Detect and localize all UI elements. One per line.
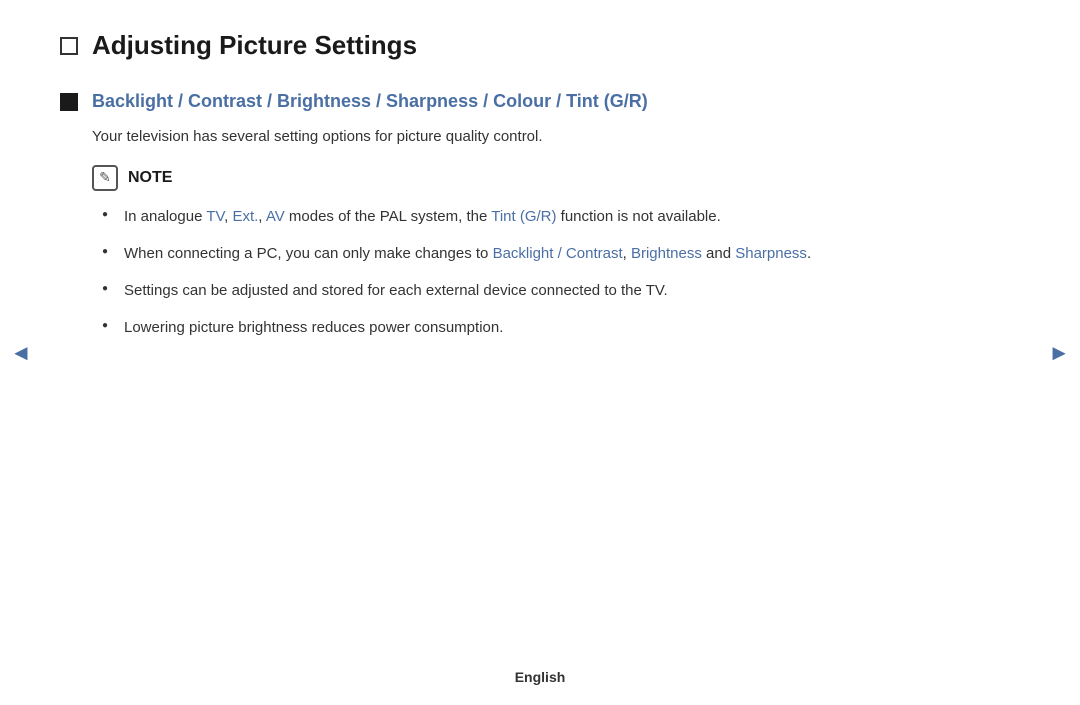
page-container: Adjusting Picture Settings Backlight / C… — [0, 0, 1080, 705]
highlight-tv: TV — [206, 208, 224, 225]
list-item: Lowering picture brightness reduces powe… — [102, 316, 1020, 339]
bullet-list: In analogue TV, Ext., AV modes of the PA… — [92, 205, 1020, 340]
nav-arrow-left[interactable]: ◄ — [10, 340, 32, 366]
section-content: Backlight / Contrast / Brightness / Shar… — [92, 89, 1020, 354]
list-item: When connecting a PC, you can only make … — [102, 242, 1020, 265]
section-description: Your television has several setting opti… — [92, 126, 1020, 149]
page-title-row: Adjusting Picture Settings — [60, 30, 1020, 61]
note-label: NOTE — [128, 165, 172, 191]
highlight-av: AV — [266, 208, 285, 225]
section-heading: Backlight / Contrast / Brightness / Shar… — [92, 89, 1020, 114]
footer: English — [0, 669, 1080, 685]
highlight-brightness: Brightness — [631, 245, 702, 262]
page-title: Adjusting Picture Settings — [92, 30, 417, 61]
list-item: Settings can be adjusted and stored for … — [102, 279, 1020, 302]
note-box: NOTE — [92, 165, 1020, 191]
section-bullet-icon — [60, 93, 78, 111]
title-checkbox-icon — [60, 37, 78, 55]
note-icon — [92, 165, 118, 191]
highlight-tint: Tint (G/R) — [491, 208, 556, 225]
main-section: Backlight / Contrast / Brightness / Shar… — [60, 89, 1020, 354]
list-item: In analogue TV, Ext., AV modes of the PA… — [102, 205, 1020, 228]
highlight-sharpness: Sharpness — [735, 245, 807, 262]
highlight-backlight-contrast: Backlight / Contrast — [493, 245, 623, 262]
highlight-ext: Ext. — [232, 208, 258, 225]
nav-arrow-right[interactable]: ► — [1048, 340, 1070, 366]
footer-language: English — [515, 669, 566, 685]
